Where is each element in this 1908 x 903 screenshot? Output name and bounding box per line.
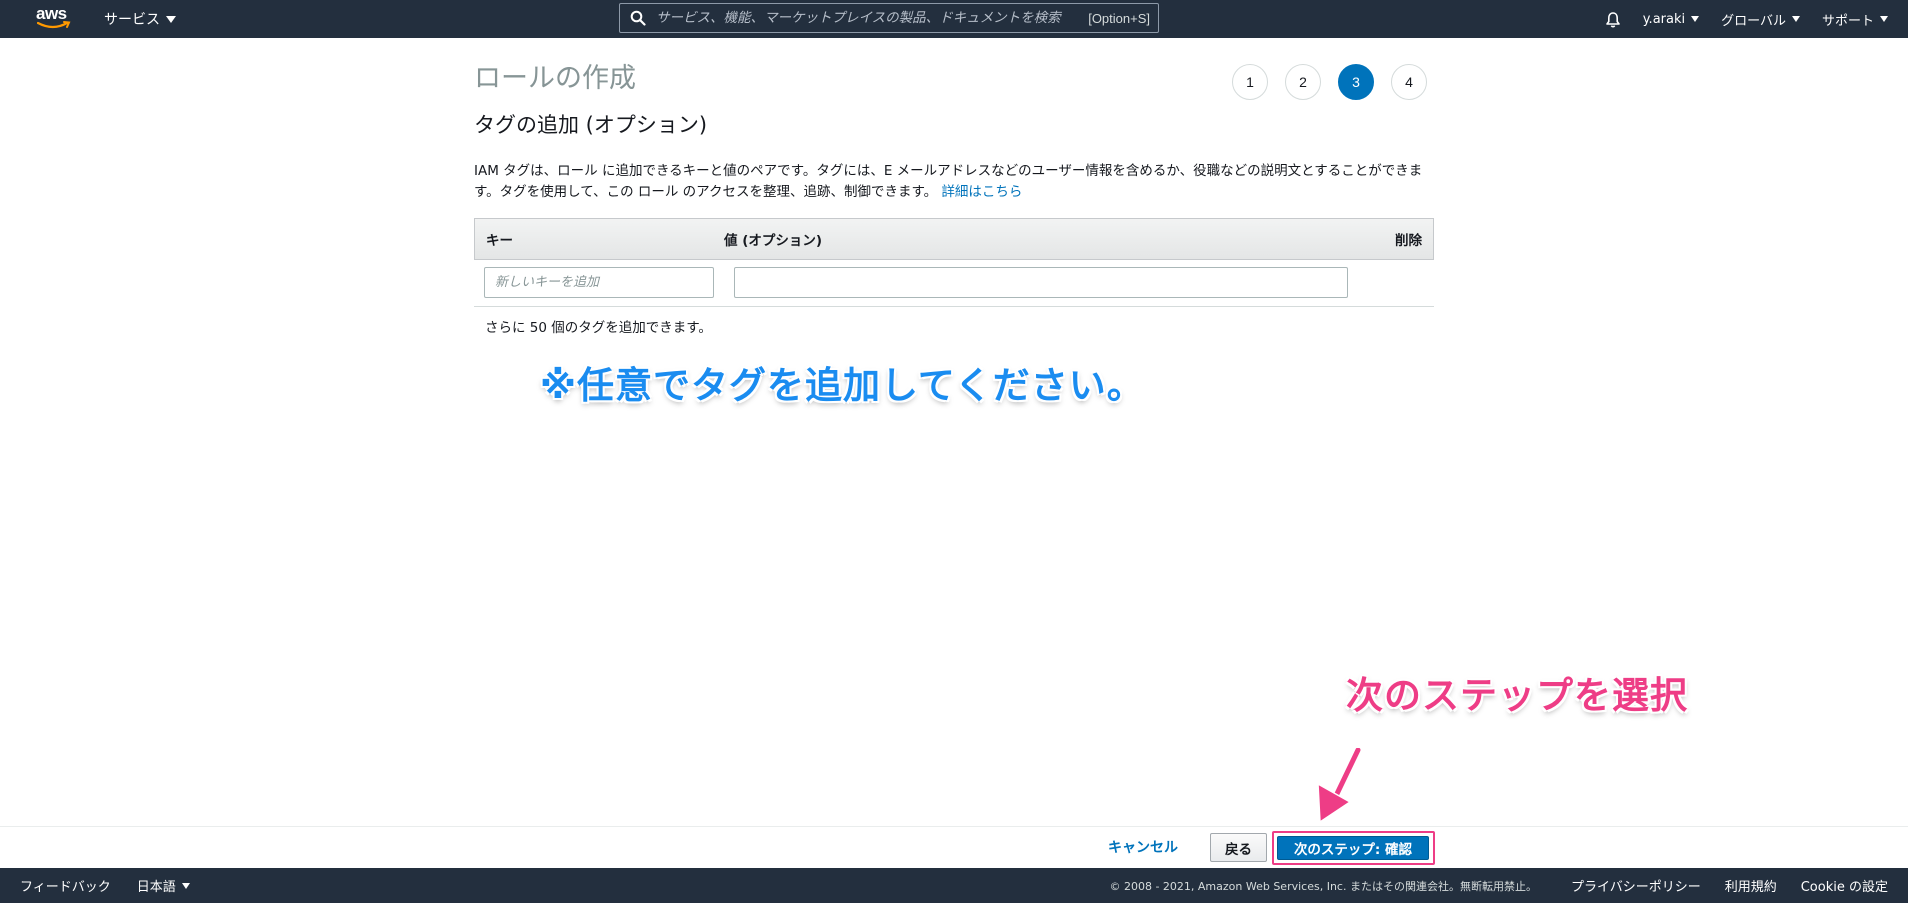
language-label: 日本語	[136, 880, 176, 895]
services-label: サービス	[104, 12, 160, 28]
wizard-action-bar: キャンセル 戻る 次のステップ: 確認	[0, 826, 1908, 868]
tag-key-input[interactable]	[484, 267, 714, 298]
search-icon	[630, 10, 646, 26]
section-title: タグの追加 (オプション)	[474, 113, 708, 137]
terms-link[interactable]: 利用規約	[1725, 876, 1777, 895]
step-4[interactable]: 4	[1391, 64, 1427, 100]
tags-table: キー 値 (オプション) 削除	[474, 218, 1434, 307]
section-description: IAM タグは、ロール に追加できるキーと値のペアです。タグには、E メールアド…	[474, 161, 1432, 203]
header-delete: 削除	[1395, 233, 1422, 249]
next-button-highlight: 次のステップ: 確認	[1272, 831, 1435, 865]
annotation-note: ※任意でタグを追加してください。	[540, 364, 1145, 407]
back-button[interactable]: 戻る	[1210, 833, 1267, 862]
region-menu[interactable]: グローバル	[1721, 10, 1800, 29]
header-key: キー	[486, 233, 513, 249]
footer-left: フィードバック 日本語	[20, 868, 190, 903]
step-2[interactable]: 2	[1285, 64, 1321, 100]
caret-down-icon	[1691, 16, 1700, 22]
tags-table-header: キー 値 (オプション) 削除	[474, 218, 1434, 260]
annotation-next-hint: 次のステップを選択	[1346, 674, 1688, 717]
cancel-button[interactable]: キャンセル	[1108, 837, 1178, 857]
notifications-button[interactable]	[1605, 11, 1621, 28]
global-search[interactable]: [Option+S]	[619, 3, 1159, 33]
feedback-link[interactable]: フィードバック	[20, 876, 111, 895]
caret-down-icon	[166, 15, 176, 23]
next-step-button[interactable]: 次のステップ: 確認	[1277, 836, 1429, 860]
privacy-policy-link[interactable]: プライバシーポリシー	[1571, 876, 1701, 895]
annotation-arrow-icon	[1317, 748, 1361, 823]
support-label: サポート	[1821, 13, 1874, 29]
user-menu[interactable]: y.araki	[1642, 11, 1700, 27]
bell-icon	[1605, 11, 1620, 27]
footer: フィードバック 日本語 © 2008 - 2021, Amazon Web Se…	[0, 868, 1908, 903]
copyright-text: © 2008 - 2021, Amazon Web Services, Inc.…	[1109, 879, 1537, 893]
table-row	[474, 260, 1434, 307]
language-selector[interactable]: 日本語	[137, 876, 190, 895]
services-menu[interactable]: サービス	[104, 9, 176, 29]
tag-value-input[interactable]	[734, 267, 1348, 298]
step-1[interactable]: 1	[1232, 64, 1268, 100]
wizard-stepper: 1 2 3 4	[1232, 64, 1427, 100]
caret-down-icon	[1880, 16, 1888, 22]
aws-smile-icon	[37, 21, 71, 29]
page-title: ロールの作成	[474, 63, 636, 94]
step-3-current[interactable]: 3	[1338, 64, 1374, 100]
user-name: y.araki	[1642, 11, 1686, 27]
search-input[interactable]	[646, 4, 1089, 32]
search-shortcut-hint: [Option+S]	[1088, 10, 1150, 26]
footer-right: © 2008 - 2021, Amazon Web Services, Inc.…	[1109, 868, 1888, 903]
header-value: 値 (オプション)	[724, 233, 823, 249]
nav-right-group: y.araki グローバル サポート	[1605, 0, 1888, 38]
caret-down-icon	[1791, 16, 1800, 22]
aws-logo[interactable]: aws	[36, 4, 72, 32]
caret-down-icon	[181, 882, 190, 889]
region-label: グローバル	[1721, 13, 1786, 29]
remaining-tags-text: さらに 50 個のタグを追加できます。	[485, 320, 712, 336]
top-navigation-bar: aws サービス [Option+S] y.araki グローバル	[0, 0, 1908, 38]
support-menu[interactable]: サポート	[1822, 10, 1888, 29]
learn-more-link[interactable]: 詳細はこちら	[941, 184, 1022, 200]
cookie-settings-link[interactable]: Cookie の設定	[1801, 876, 1888, 895]
